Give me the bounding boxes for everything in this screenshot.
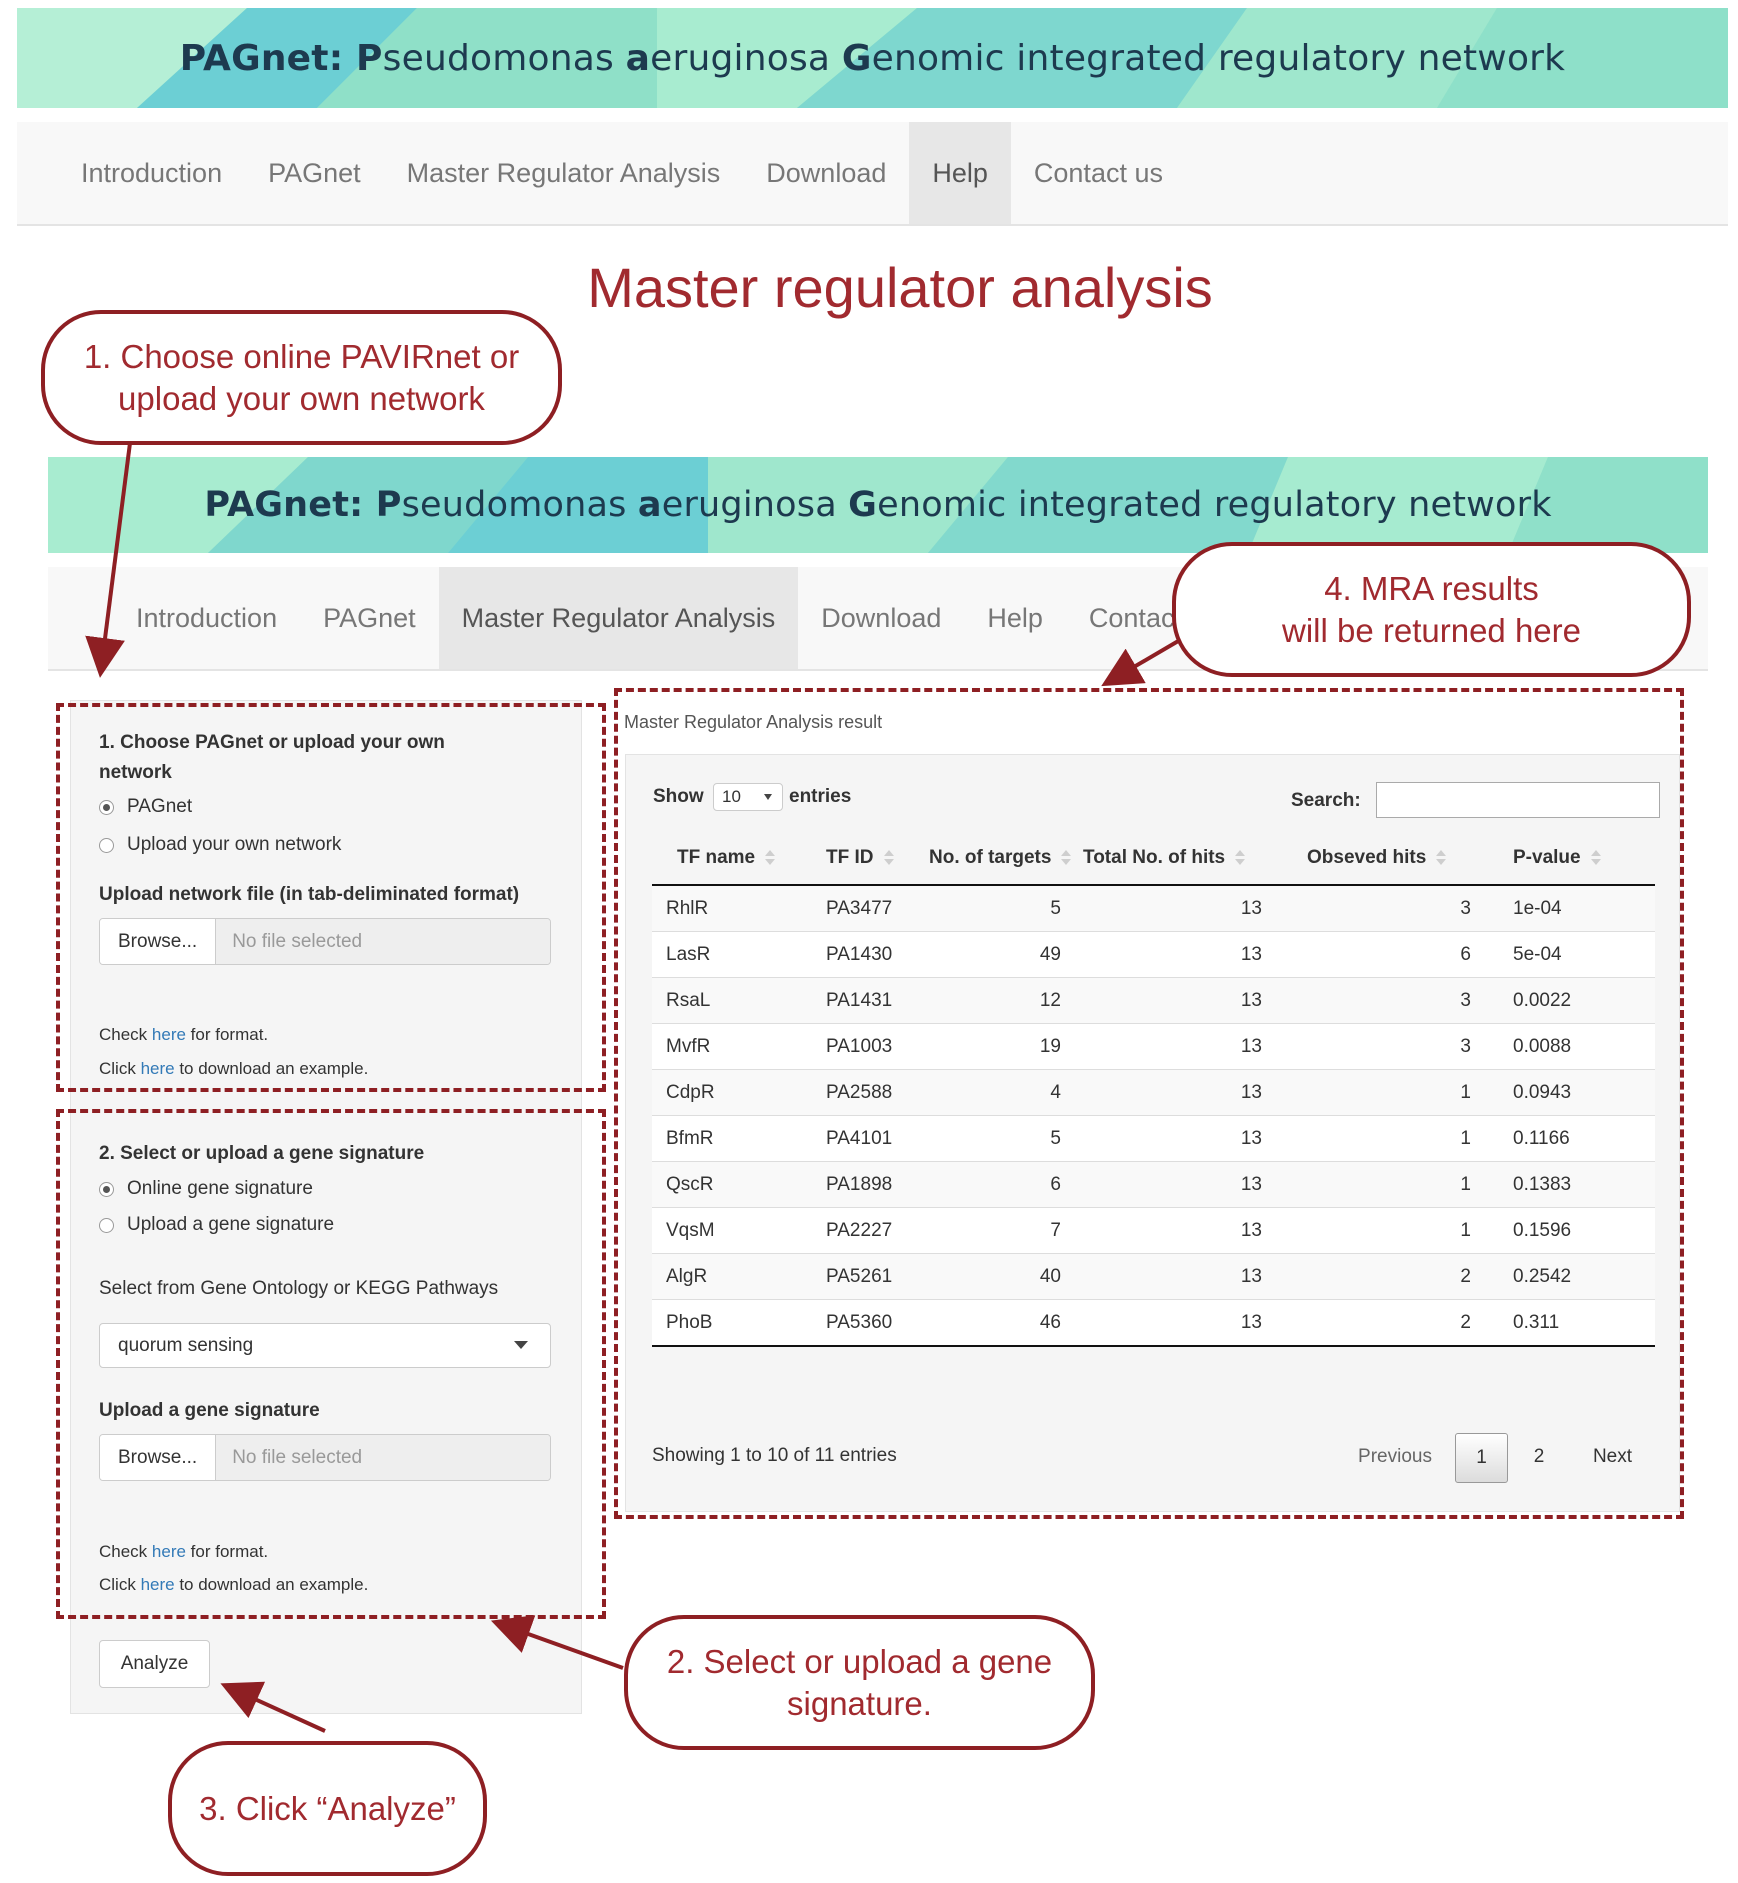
arrow-callout1 xyxy=(85,442,132,678)
arrow-callout3 xyxy=(220,1681,326,1733)
arrow-callout4 xyxy=(1101,638,1182,687)
arrow-callout2 xyxy=(490,1615,624,1670)
annotation-arrows xyxy=(85,442,1182,1733)
